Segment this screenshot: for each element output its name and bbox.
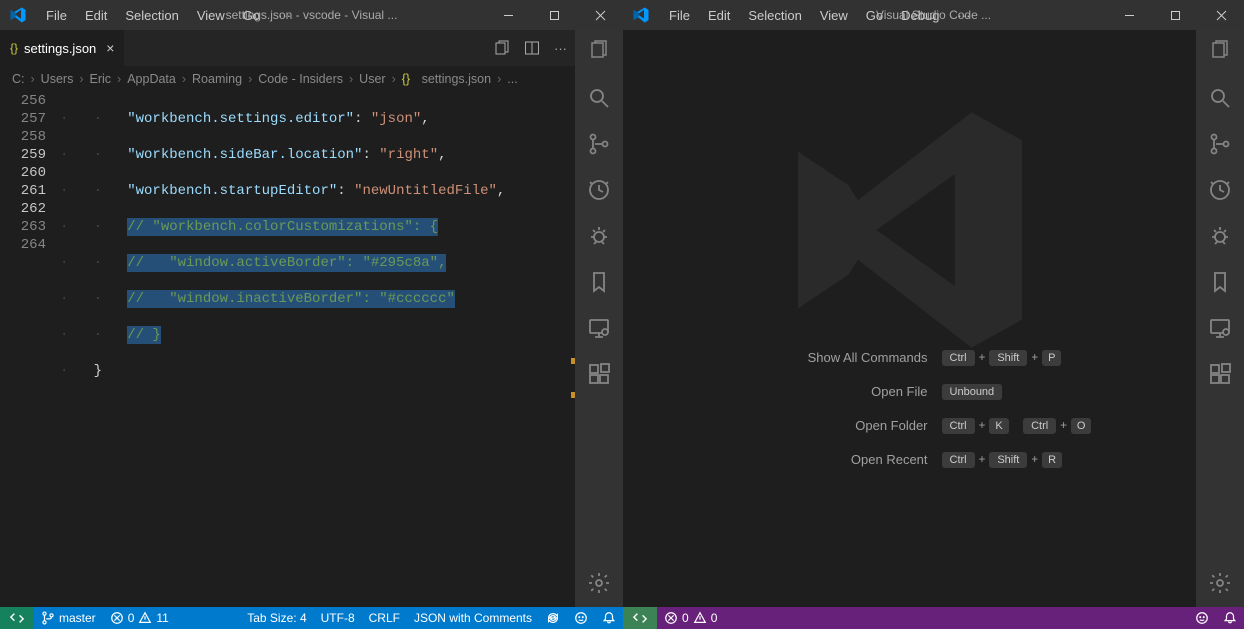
maximize-button[interactable] (531, 0, 577, 30)
search-icon[interactable] (585, 84, 613, 112)
command-label: Open File (728, 384, 928, 399)
encoding[interactable]: UTF-8 (314, 611, 362, 625)
language-mode[interactable]: JSON with Comments (407, 611, 539, 625)
command-label: Open Folder (728, 418, 928, 433)
debug-icon[interactable] (1206, 222, 1234, 250)
maximize-button[interactable] (1152, 0, 1198, 30)
welcome-command-row: Open Folder Ctrl+K Ctrl+O (728, 418, 1092, 434)
overview-ruler-marker (571, 358, 575, 364)
tab-size[interactable]: Tab Size: 4 (240, 611, 313, 625)
search-icon[interactable] (1206, 84, 1234, 112)
notifications-icon[interactable] (595, 611, 623, 625)
code-editor[interactable]: 256 257 258 259 260 261 262 263 264 · · … (0, 92, 575, 607)
tab-label: settings.json (24, 41, 96, 56)
command-label: Open Recent (728, 452, 928, 467)
keybinding: Ctrl+K Ctrl+O (942, 418, 1092, 434)
extensions-icon[interactable] (585, 360, 613, 388)
overview-ruler-marker (571, 392, 575, 398)
line-number-gutter: 256 257 258 259 260 261 262 263 264 (0, 92, 60, 607)
activity-bar-left (575, 30, 623, 607)
close-button[interactable] (577, 0, 623, 30)
explorer-icon[interactable] (1206, 38, 1234, 66)
feedback-icon[interactable] (1188, 611, 1216, 625)
source-control-icon[interactable] (585, 130, 613, 158)
feedback-icon[interactable] (567, 611, 595, 625)
remote-indicator[interactable] (0, 607, 34, 629)
bookmark-icon[interactable] (585, 268, 613, 296)
titlebar-left: File Edit Selection View Go ··· settings… (0, 0, 623, 30)
menu-edit[interactable]: Edit (700, 4, 738, 27)
menu-selection[interactable]: Selection (117, 4, 186, 27)
welcome-command-row: Open File Unbound (728, 384, 1092, 400)
keybinding: Ctrl+Shift+R (942, 452, 1063, 468)
tab-bar: {} settings.json × ··· (0, 30, 575, 66)
code-content[interactable]: · · "workbench.settings.editor": "json",… (60, 92, 575, 607)
menu-selection[interactable]: Selection (740, 4, 809, 27)
menu-view[interactable]: View (812, 4, 856, 27)
titlebar-right: File Edit Selection View Go Debug ··· Vi… (623, 0, 1244, 30)
command-label: Show All Commands (728, 350, 928, 365)
breadcrumbs[interactable]: C:› Users› Eric› AppData› Roaming› Code … (0, 66, 575, 92)
minimize-button[interactable] (485, 0, 531, 30)
sync-icon[interactable] (539, 611, 567, 625)
window-title: settings.json - vscode - Visual ... (226, 8, 398, 22)
json-file-icon: {} (402, 72, 410, 86)
git-branch[interactable]: master (34, 607, 103, 629)
problems-indicator[interactable]: 0 0 (657, 607, 724, 629)
explorer-icon[interactable] (585, 38, 613, 66)
welcome-view: Show All Commands Ctrl+Shift+P Open File Un… (623, 30, 1196, 607)
keybinding: Unbound (942, 384, 1003, 400)
bc-root[interactable]: C: (12, 72, 25, 86)
notifications-icon[interactable] (1216, 611, 1244, 625)
welcome-command-row: Show All Commands Ctrl+Shift+P (728, 350, 1092, 366)
activity-bar-right (1196, 30, 1244, 607)
extensions-icon[interactable] (1206, 360, 1234, 388)
remote-explorer-icon[interactable] (1206, 314, 1234, 342)
close-button[interactable] (1198, 0, 1244, 30)
tab-close-icon[interactable]: × (106, 40, 114, 56)
more-actions-icon[interactable]: ··· (554, 41, 567, 56)
menu-file[interactable]: File (661, 4, 698, 27)
settings-gear-icon[interactable] (1206, 569, 1234, 597)
timeline-icon[interactable] (585, 176, 613, 204)
keybinding: Ctrl+Shift+P (942, 350, 1062, 366)
remote-explorer-icon[interactable] (585, 314, 613, 342)
vscode-logo-icon (8, 5, 28, 25)
menu-file[interactable]: File (38, 4, 75, 27)
menu-edit[interactable]: Edit (77, 4, 115, 27)
window-title: Visual Studio Code ... (876, 8, 991, 22)
open-changes-icon[interactable] (494, 40, 510, 56)
welcome-command-row: Open Recent Ctrl+Shift+R (728, 452, 1092, 468)
json-file-icon: {} (10, 41, 18, 55)
remote-indicator[interactable] (623, 607, 657, 629)
status-bar-right: 0 0 (623, 607, 1244, 629)
minimize-button[interactable] (1106, 0, 1152, 30)
eol[interactable]: CRLF (362, 611, 407, 625)
split-editor-icon[interactable] (524, 40, 540, 56)
problems-indicator[interactable]: 0 11 (103, 607, 176, 629)
source-control-icon[interactable] (1206, 130, 1234, 158)
debug-icon[interactable] (585, 222, 613, 250)
tab-settings-json[interactable]: {} settings.json × (0, 30, 124, 66)
vscode-logo-icon (631, 5, 651, 25)
status-bar-left: master 0 11 Tab Size: 4 UTF-8 CRLF JSON … (0, 607, 623, 629)
vscode-watermark-icon (770, 90, 1050, 370)
bookmark-icon[interactable] (1206, 268, 1234, 296)
settings-gear-icon[interactable] (585, 569, 613, 597)
timeline-icon[interactable] (1206, 176, 1234, 204)
